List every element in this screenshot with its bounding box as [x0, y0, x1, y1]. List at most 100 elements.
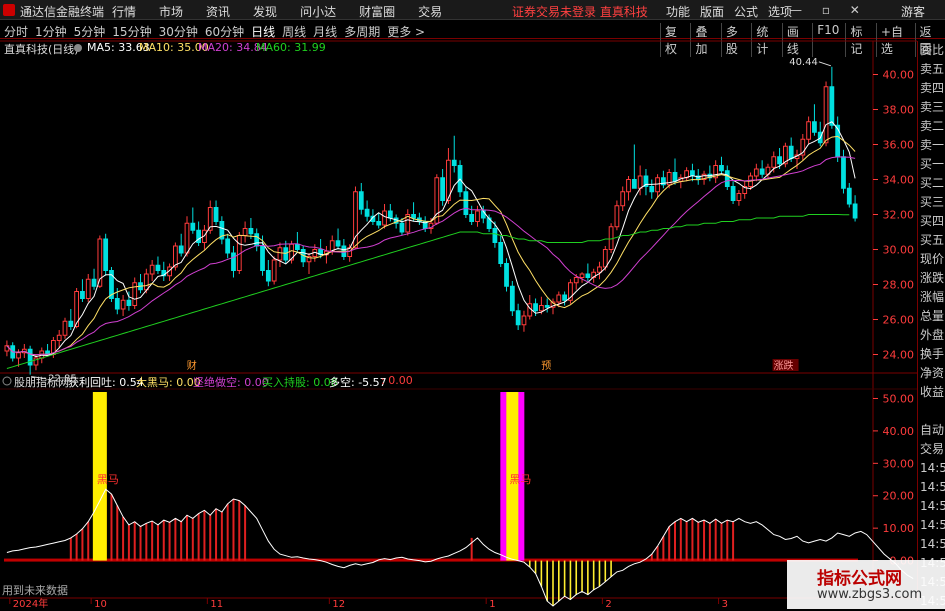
side-item-20[interactable]: 自动 [918, 421, 945, 440]
side-item-14[interactable]: 总量 [918, 307, 945, 326]
candle-body-81 [475, 210, 480, 222]
price-tick-label-1: 26.00 [883, 314, 915, 327]
candle-body-102 [597, 266, 602, 273]
candle-body-20 [120, 299, 126, 310]
candle-body-99 [579, 273, 585, 278]
candle-body-142 [829, 86, 835, 126]
watermark-url: www.zbgs3.com [817, 587, 923, 602]
candle-body-32 [190, 222, 196, 231]
side-item-15[interactable]: 外盘 [918, 326, 945, 345]
candle-body-62 [364, 208, 370, 217]
side-item-22[interactable]: 14:56 [918, 459, 945, 478]
candle-body-11 [68, 320, 74, 327]
side-item-6[interactable]: 买一 [918, 155, 945, 174]
time-tick-label-0: 2024年 [13, 597, 48, 609]
chart-canvas[interactable]: 24.00 26.00 28.00 30.00 32.00 34.00 36.00 38.00… [0, 0, 945, 609]
candle-body-43 [254, 233, 260, 247]
side-item-21[interactable]: 交易 [918, 440, 945, 459]
candle-body-125 [730, 186, 736, 201]
candle-body-145 [846, 187, 852, 205]
candle-body-45 [265, 270, 271, 282]
candle-body-133 [777, 156, 782, 165]
side-item-11[interactable]: 现价 [918, 250, 945, 269]
candle-body-86 [504, 263, 509, 287]
watermark: 指标公式网 www.zbgs3.com [787, 560, 945, 609]
candle-body-105 [614, 205, 620, 228]
info-icon [74, 44, 82, 52]
side-item-5[interactable]: 卖一 [918, 136, 945, 155]
candle-body-25 [149, 264, 155, 275]
ma10-line [6, 135, 856, 356]
candle-body-93 [544, 305, 550, 308]
candle-body-9 [56, 334, 62, 341]
candle-body-24 [143, 273, 149, 291]
candle-body-84 [492, 228, 498, 243]
side-item-2[interactable]: 卖四 [918, 79, 945, 98]
max-price-pointer [818, 61, 832, 67]
candle-body-129 [753, 168, 759, 177]
candle-body-126 [736, 193, 742, 201]
candle-body-139 [812, 121, 817, 133]
candle-body-30 [178, 245, 184, 254]
candle-body-41 [242, 228, 248, 236]
time-tick-label-2: 11 [210, 599, 223, 609]
side-item-24[interactable]: 14:56 [918, 497, 945, 516]
side-item-7[interactable]: 买二 [918, 174, 945, 193]
side-item-8[interactable]: 买三 [918, 193, 945, 212]
candle-body-68 [399, 222, 405, 233]
side-item-4[interactable]: 卖二 [918, 117, 945, 136]
candle-body-21 [126, 299, 132, 306]
candle-body-100 [585, 273, 591, 278]
price-tick-label-2: 28.00 [883, 279, 915, 292]
side-item-19[interactable] [918, 402, 945, 421]
candle-body-2 [16, 352, 21, 359]
side-item-3[interactable]: 卖三 [918, 98, 945, 117]
candle-body-13 [80, 291, 85, 299]
candle-body-50 [294, 243, 300, 250]
price-tick-label-4: 32.00 [883, 209, 915, 222]
ind-tick-label-1: 10.00 [883, 522, 915, 535]
event-marker-1: 预 [541, 360, 551, 372]
ind-tick-label-3: 30.00 [883, 457, 915, 470]
max-price-label: 40.44 [789, 57, 818, 68]
candle-body-106 [620, 191, 626, 207]
side-item-9[interactable]: 买四 [918, 212, 945, 231]
price-tick-label-6: 36.00 [883, 139, 915, 152]
signal-text-1: 黑马 [509, 473, 531, 486]
candle-body-107 [626, 179, 631, 193]
candle-body-138 [806, 121, 812, 140]
candle-body-89 [521, 315, 527, 326]
side-item-18[interactable]: 收益 [918, 383, 945, 402]
price-tick-label-7: 38.00 [883, 104, 915, 117]
candle-body-42 [248, 228, 254, 235]
candle-body-144 [841, 156, 846, 189]
candle-body-88 [515, 310, 521, 326]
side-item-10[interactable]: 买五 [918, 231, 945, 250]
price-tick-label-8: 40.00 [883, 69, 915, 82]
side-item-1[interactable]: 卖五 [918, 60, 945, 79]
side-item-0[interactable]: 委比 [918, 41, 945, 60]
side-item-17[interactable]: 净资 [918, 364, 945, 383]
side-item-13[interactable]: 涨幅 [918, 288, 945, 307]
signal-text-0: 黑马 [97, 473, 119, 486]
price-tick-label-0: 24.00 [883, 349, 915, 362]
candle-body-70 [411, 214, 416, 219]
candle-body-143 [835, 124, 841, 158]
side-item-12[interactable]: 涨跌 [918, 269, 945, 288]
candle-body-135 [788, 145, 794, 159]
watermark-title: 指标公式网 [817, 569, 902, 589]
candle-body-22 [132, 282, 138, 306]
candle-body-132 [771, 156, 777, 168]
side-item-26[interactable]: 14:56 [918, 535, 945, 554]
side-item-23[interactable]: 14:56 [918, 478, 945, 497]
time-tick-label-1: 10 [94, 599, 107, 609]
side-item-16[interactable]: 换手 [918, 345, 945, 364]
side-item-25[interactable]: 14:56 [918, 516, 945, 535]
candle-body-47 [277, 247, 283, 261]
candle-body-87 [509, 285, 515, 312]
min-price-pointer [31, 376, 47, 380]
candle-body-123 [719, 165, 724, 172]
candle-body-31 [184, 222, 190, 254]
candle-body-17 [103, 238, 109, 271]
time-tick-label-4: 1 [489, 599, 495, 609]
